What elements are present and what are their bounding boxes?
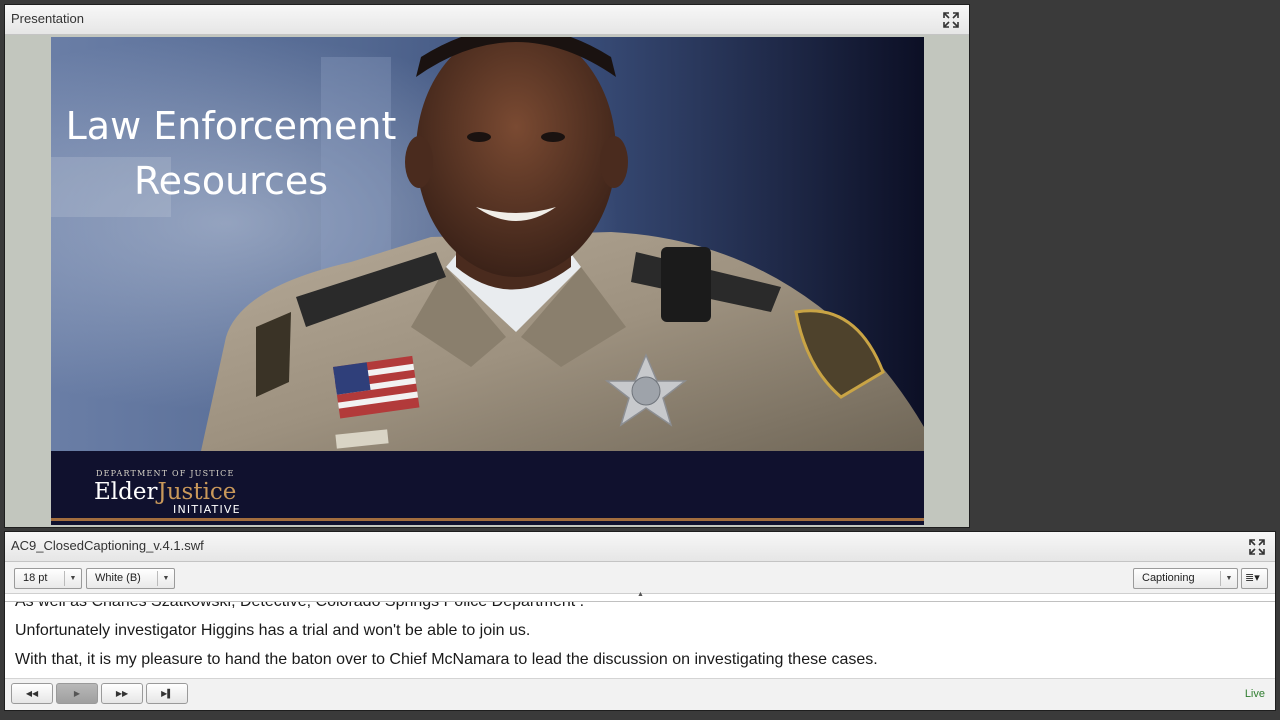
captioning-pod: AC9_ClosedCaptioning_v.4.1.swf 18 pt ▼ W… <box>4 531 1276 711</box>
presentation-stage: Law Enforcement Resources DEPARTMENT OF … <box>5 35 969 527</box>
slide-footer-rule <box>51 518 924 521</box>
chevron-down-icon: ▼ <box>157 571 174 586</box>
slide: Law Enforcement Resources DEPARTMENT OF … <box>51 37 924 525</box>
font-size-dropdown[interactable]: 18 pt ▼ <box>14 568 82 589</box>
logo-justice-text: Justice <box>157 479 237 505</box>
slide-footer-band: DEPARTMENT OF JUSTICE ElderJustice INITI… <box>51 451 924 521</box>
rewind-icon[interactable]: ◀◀ <box>11 683 53 704</box>
presentation-pod: Presentation Law Enforcement Resources D… <box>4 4 970 528</box>
playback-controls: ◀◀ ▶ ▶▶ ▶▌ Live <box>5 678 1275 710</box>
fast-forward-icon[interactable]: ▶▶ <box>101 683 143 704</box>
captioning-pod-header: AC9_ClosedCaptioning_v.4.1.swf <box>5 532 1275 562</box>
presentation-pod-header: Presentation <box>5 5 969 35</box>
presentation-pod-title: Presentation <box>11 11 84 26</box>
chevron-down-icon: ▼ <box>1220 571 1237 586</box>
slide-title: Law Enforcement Resources <box>65 104 397 203</box>
logo-initiative-text: INITIATIVE <box>173 503 241 516</box>
captioning-toolbar: 18 pt ▼ White (B) ▼ Captioning ▼ ≣▾ <box>5 562 1275 594</box>
text-color-value: White (B) <box>95 572 141 584</box>
logo-elder-text: Elder <box>94 479 158 505</box>
live-status: Live <box>1244 688 1265 700</box>
caption-splitter[interactable]: ▲ <box>5 591 1275 602</box>
play-icon[interactable]: ▶ <box>56 683 98 704</box>
elder-justice-logo: ElderJustice <box>94 479 236 505</box>
maximize-arrows-icon[interactable] <box>941 10 961 30</box>
logo-department-text: DEPARTMENT OF JUSTICE <box>96 469 235 478</box>
font-size-value: 18 pt <box>23 572 48 584</box>
skip-to-end-icon[interactable]: ▶▌ <box>146 683 188 704</box>
captioning-pod-title: AC9_ClosedCaptioning_v.4.1.swf <box>11 538 204 553</box>
pod-options-menu[interactable]: ≣▾ <box>1241 568 1268 589</box>
text-color-dropdown[interactable]: White (B) ▼ <box>86 568 175 589</box>
chevron-down-icon: ▼ <box>64 571 81 586</box>
list-menu-icon: ≣▾ <box>1245 572 1260 584</box>
caption-mode-value: Captioning <box>1142 572 1195 584</box>
collapse-arrow-icon: ▲ <box>637 591 644 598</box>
maximize-arrows-icon[interactable] <box>1247 537 1267 557</box>
caption-mode-dropdown[interactable]: Captioning ▼ <box>1133 568 1238 589</box>
caption-line: With that, it is my pleasure to hand the… <box>15 651 878 668</box>
caption-line: Unfortunately investigator Higgins has a… <box>15 622 531 639</box>
caption-transcript: As well as Charles Szatkowski, Detective… <box>5 602 1275 678</box>
caption-line: As well as Charles Szatkowski, Detective… <box>15 602 584 611</box>
